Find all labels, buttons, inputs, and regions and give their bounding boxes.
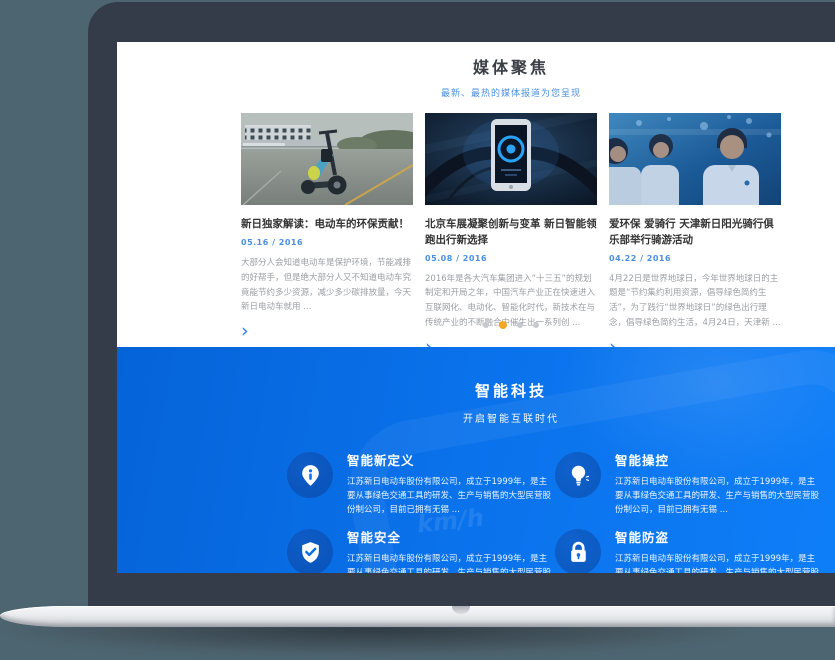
- carousel-pagination: [241, 314, 781, 333]
- laptop-shadow: [0, 624, 835, 660]
- smart-section-subtitle: 开启智能互联时代: [241, 410, 781, 425]
- news-card-title[interactable]: 新日独家解读：电动车的环保贡献！: [241, 217, 413, 233]
- smart-feature: 智能安全 江苏新日电动车股份有限公司，成立于1999年，是主要从事绿色交通工具的…: [287, 527, 555, 573]
- smart-feature: 智能新定义 江苏新日电动车股份有限公司，成立于1999年，是主要从事绿色交通工具…: [287, 450, 555, 517]
- smartphone-handlebar-photo[interactable]: [425, 113, 597, 205]
- smart-tech-section: 智能科技 开启智能互联时代 km/h 智能新定义 江苏新日电动车股份有限公司，成…: [117, 347, 835, 573]
- news-card-title[interactable]: 爱环保 爱骑行 天津新日阳光骑行俱乐部举行骑游活动: [609, 217, 781, 249]
- electric-scooter-road-photo[interactable]: [241, 113, 413, 205]
- cycling-club-group-photo[interactable]: [609, 113, 781, 205]
- feature-title: 智能防盗: [615, 527, 819, 546]
- news-card-title[interactable]: 北京车展凝聚创新与变革 新日智能领跑出行新选择: [425, 217, 597, 249]
- media-focus-section: 媒体聚焦 最新、最热的媒体报道为您呈现 新日独家解读：电动车的环保贡献！ 05.…: [117, 42, 835, 347]
- news-card-excerpt: 大部分人会知道电动车是保护环境，节能减排的好帮手，但是绝大部分人又不知道电动车究…: [241, 256, 413, 316]
- carousel-dot-active[interactable]: [499, 321, 507, 329]
- feature-title: 智能安全: [347, 527, 551, 546]
- feature-description: 江苏新日电动车股份有限公司，成立于1999年，是主要从事绿色交通工具的研发、生产…: [615, 552, 819, 573]
- info-pin-icon: [287, 452, 333, 498]
- laptop-bezel: 媒体聚焦 最新、最热的媒体报道为您呈现 新日独家解读：电动车的环保贡献！ 05.…: [88, 2, 835, 608]
- feature-title: 智能操控: [615, 450, 819, 469]
- lightbulb-icon: [555, 452, 601, 498]
- smart-section-title: 智能科技: [241, 380, 781, 401]
- carousel-dot[interactable]: [517, 322, 523, 328]
- carousel-dot[interactable]: [483, 322, 489, 328]
- carousel-dot[interactable]: [533, 322, 539, 328]
- feature-description: 江苏新日电动车股份有限公司，成立于1999年，是主要从事绿色交通工具的研发、生产…: [615, 475, 819, 517]
- media-section-title: 媒体聚焦: [241, 42, 781, 78]
- feature-title: 智能新定义: [347, 450, 551, 469]
- feature-description: 江苏新日电动车股份有限公司，成立于1999年，是主要从事绿色交通工具的研发、生产…: [347, 552, 551, 573]
- feature-description: 江苏新日电动车股份有限公司，成立于1999年，是主要从事绿色交通工具的研发、生产…: [347, 475, 551, 517]
- feature-grid: 智能新定义 江苏新日电动车股份有限公司，成立于1999年，是主要从事绿色交通工具…: [287, 450, 823, 573]
- media-section-subtitle: 最新、最热的媒体报道为您呈现: [241, 86, 781, 99]
- shield-check-icon: [287, 529, 333, 573]
- smart-feature: 智能操控 江苏新日电动车股份有限公司，成立于1999年，是主要从事绿色交通工具的…: [555, 450, 823, 517]
- laptop-screen: 媒体聚焦 最新、最热的媒体报道为您呈现 新日独家解读：电动车的环保贡献！ 05.…: [117, 42, 835, 573]
- news-card-date: 05.08 / 2016: [425, 254, 597, 263]
- news-card-date: 05.16 / 2016: [241, 238, 413, 247]
- laptop-thumb-notch: [452, 606, 470, 614]
- lock-icon: [555, 529, 601, 573]
- smart-feature: 智能防盗 江苏新日电动车股份有限公司，成立于1999年，是主要从事绿色交通工具的…: [555, 527, 823, 573]
- laptop-base: [0, 606, 835, 627]
- news-card-date: 04.22 / 2016: [609, 254, 781, 263]
